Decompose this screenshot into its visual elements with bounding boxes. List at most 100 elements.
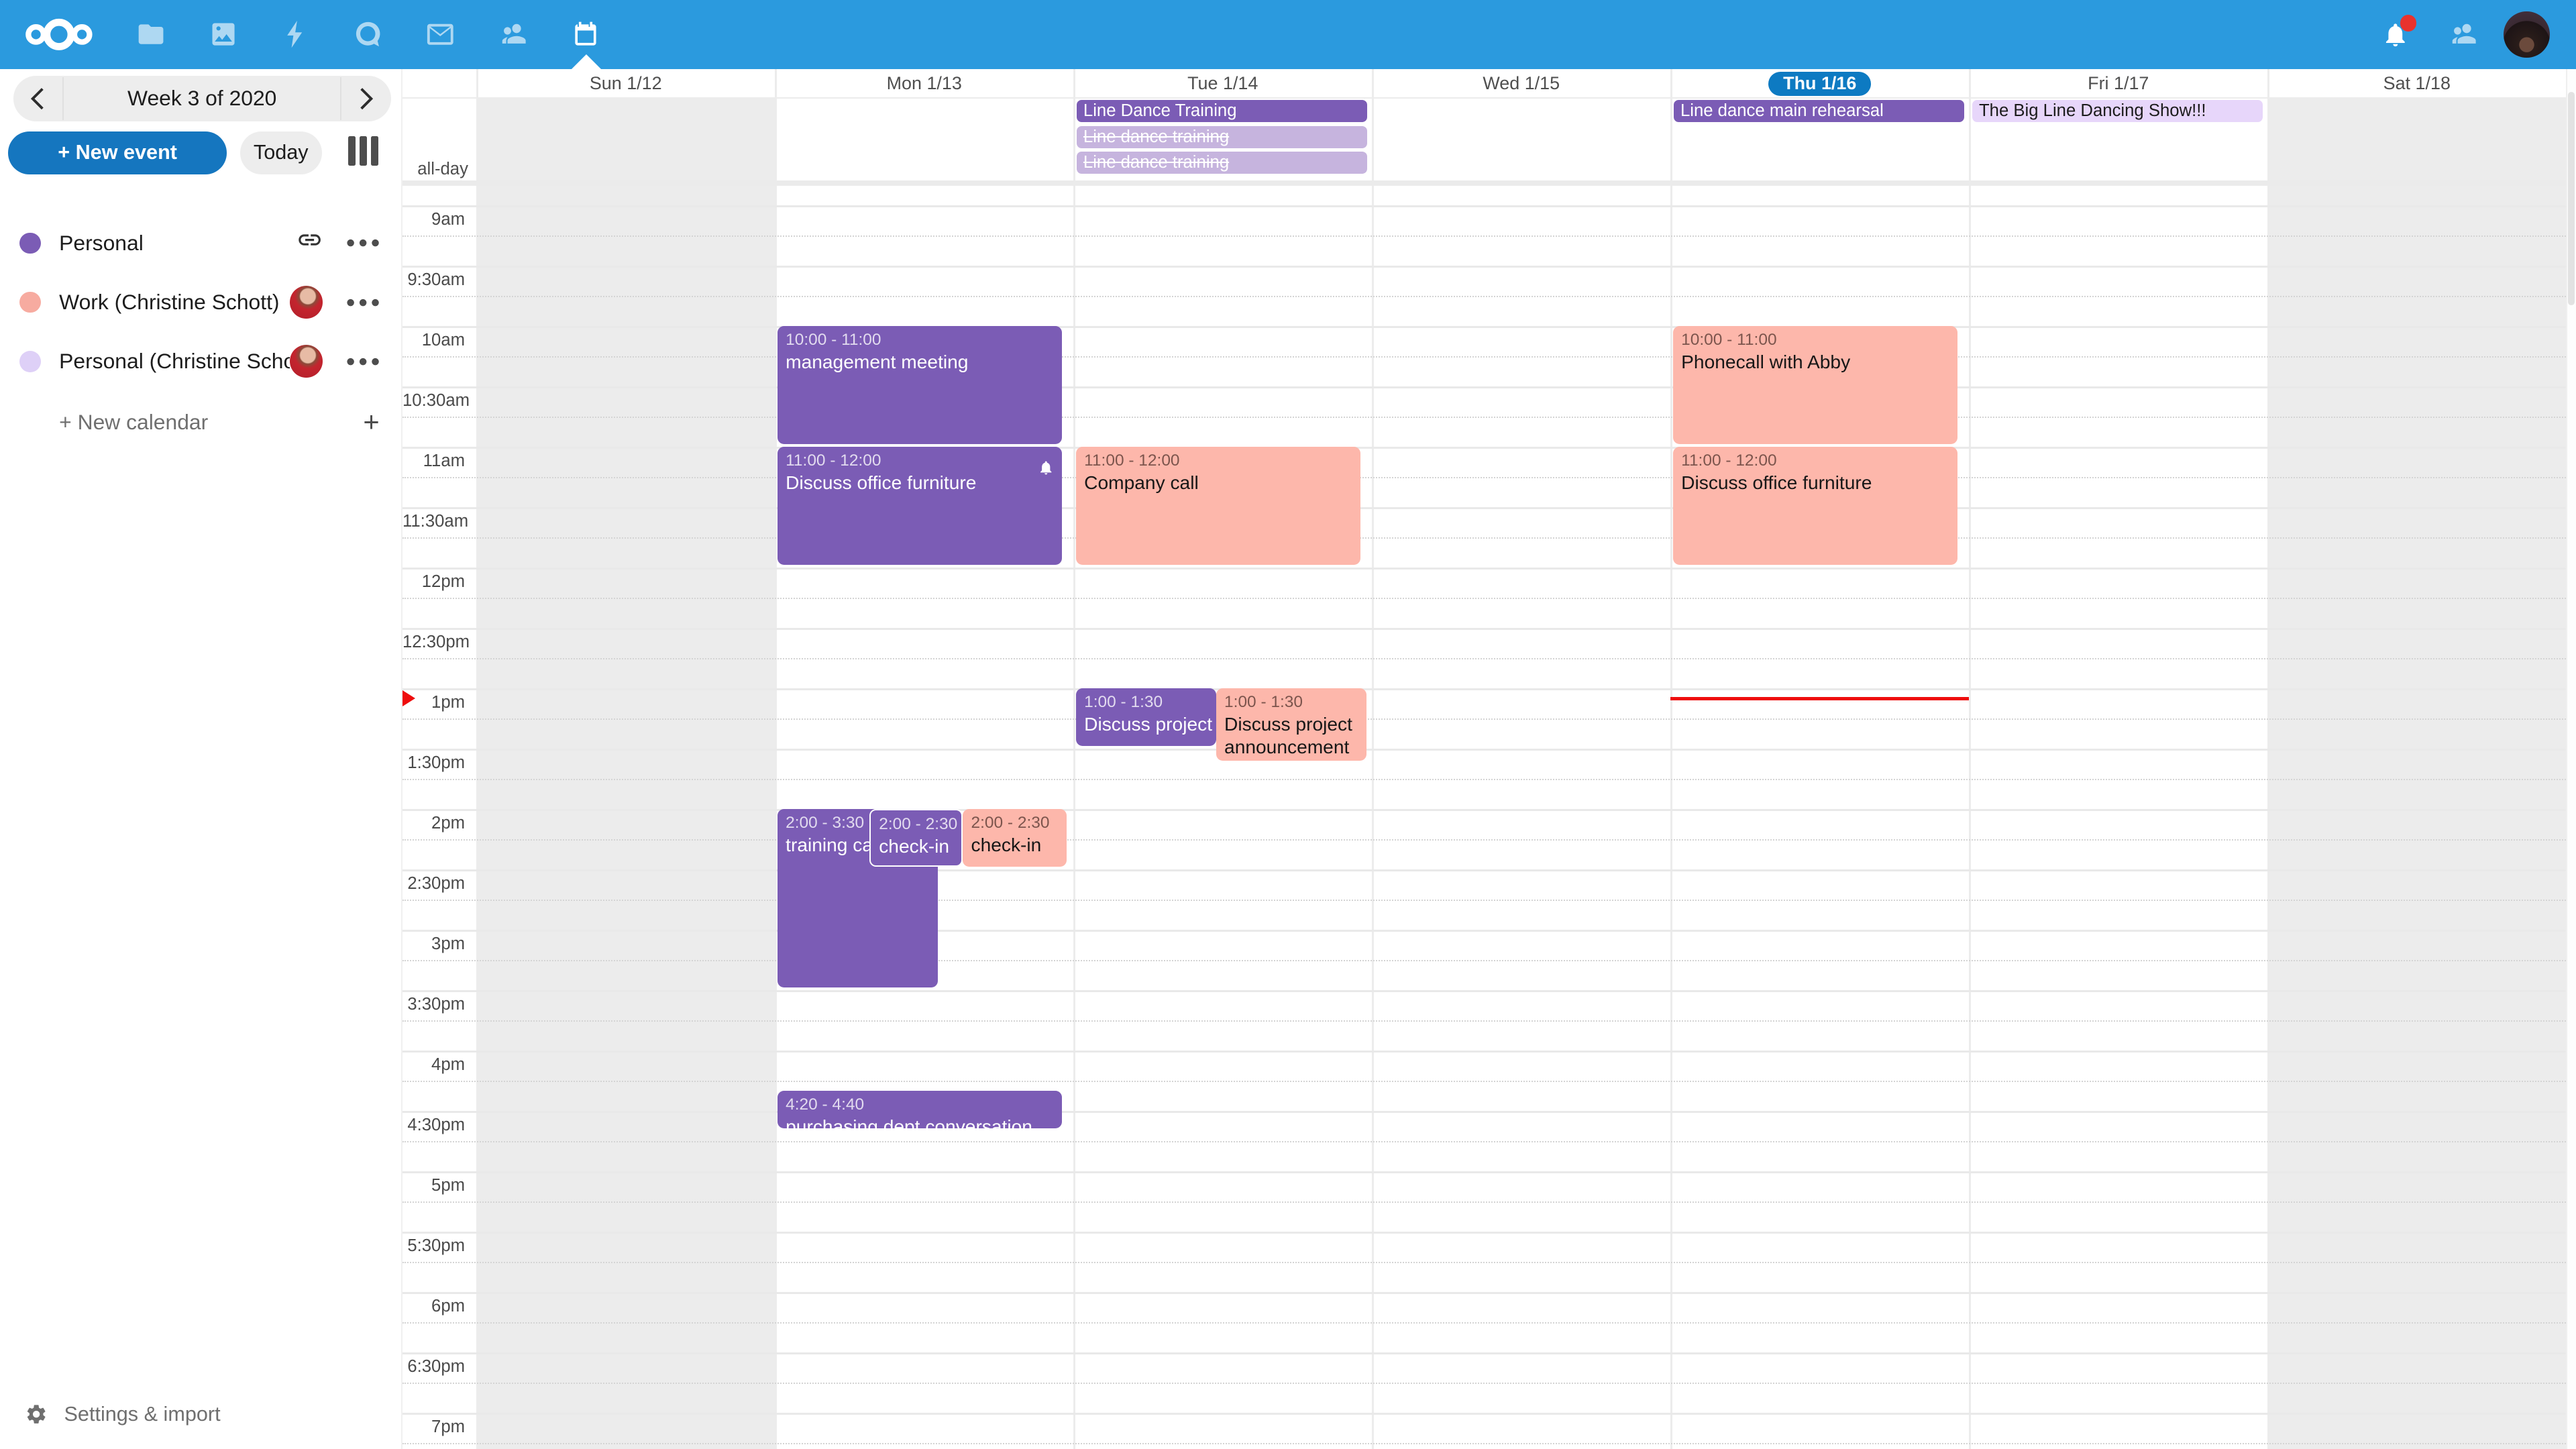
nextcloud-logo-icon[interactable] (16, 0, 101, 69)
settings-import-button[interactable]: Settings & import (0, 1390, 402, 1439)
week-label[interactable]: Week 3 of 2020 (62, 77, 341, 120)
calendar-list-item-work-christine[interactable]: Work (Christine Schott) ●●● (0, 274, 402, 330)
grid-quarter-line (402, 779, 2566, 780)
event-title: Discuss office furniture (1681, 472, 1949, 494)
day-header-wed[interactable]: Wed 1/15 (1372, 69, 1670, 99)
time-label: 5:30pm (402, 1236, 465, 1256)
event-title: check-in (879, 835, 953, 858)
all-day-divider (402, 180, 2566, 185)
notifications-bell-icon[interactable] (2371, 0, 2420, 69)
grid-hour-line (402, 749, 2566, 750)
today-button[interactable]: Today (240, 131, 322, 174)
mail-icon[interactable] (404, 0, 476, 69)
grid-quarter-line (402, 1322, 2566, 1324)
day-header-fri[interactable]: Fri 1/17 (1969, 69, 2267, 99)
event-time: 11:00 - 12:00 (1681, 450, 1949, 472)
event-title: Phonecall with Abby (1681, 351, 1949, 374)
talk-icon[interactable] (332, 0, 405, 69)
event-time: 2:00 - 2:30 (971, 812, 1058, 834)
grid-hour-line (402, 1111, 2566, 1112)
time-label: 10am (402, 331, 465, 350)
calendar-event[interactable]: 2:00 - 2:30check-in (869, 809, 963, 867)
grid-quarter-line (402, 537, 2566, 539)
calendar-list-item-personal-christine[interactable]: Personal (Christine Scho... ●●● (0, 333, 402, 389)
day-header-thu[interactable]: Thu 1/16 (1670, 69, 1969, 99)
time-label: 1:30pm (402, 753, 465, 773)
event-title: purchasing dept conversation (786, 1116, 1054, 1129)
calendar-event[interactable]: 1:00 - 1:30Discuss project announcement (1076, 688, 1216, 746)
grid-hour-line (402, 869, 2566, 871)
day-header-row: Sun 1/12Mon 1/13Tue 1/14Wed 1/15Thu 1/16… (402, 69, 2566, 99)
new-event-button[interactable]: + New event (8, 131, 227, 174)
time-grid: 9am9:30am10am10:30am11am11:30am12pm12:30… (402, 186, 2566, 1449)
grid-hour-line (402, 1051, 2566, 1052)
grid-hour-line (402, 507, 2566, 508)
grid-hour-line (402, 1232, 2566, 1233)
contacts-app-icon[interactable] (476, 0, 549, 69)
grid-hour-line (402, 809, 2566, 810)
event-title: Discuss office furniture (786, 472, 1054, 494)
calendar-list-item-personal[interactable]: Personal ●●● (0, 215, 402, 271)
new-calendar-button[interactable]: + New calendar + (0, 398, 402, 447)
day-header-sun[interactable]: Sun 1/12 (476, 69, 775, 99)
event-title: management meeting (786, 351, 1054, 374)
grid-quarter-line (402, 477, 2566, 478)
files-icon[interactable] (115, 0, 187, 69)
grid-hour-line (402, 688, 2566, 690)
calendar-actions-menu[interactable]: ●●● (345, 352, 382, 371)
grid-quarter-line (402, 1383, 2566, 1384)
all-day-event[interactable]: Line dance training (1077, 126, 1367, 148)
calendar-event[interactable]: 4:20 - 4:40purchasing dept conversation (777, 1091, 1062, 1128)
time-label: 9:30am (402, 270, 465, 290)
all-day-event[interactable]: Line Dance Training (1077, 100, 1367, 122)
grid-quarter-line (402, 1081, 2566, 1082)
scrollbar[interactable] (2566, 69, 2576, 1449)
owner-avatar (290, 345, 323, 378)
time-label: 12:30pm (402, 633, 465, 652)
grid-quarter-line (402, 658, 2566, 659)
grid-hour-line (402, 1352, 2566, 1354)
calendar-event[interactable]: 11:00 - 12:00Discuss office furniture (777, 447, 1062, 565)
event-time: 10:00 - 11:00 (1681, 329, 1949, 351)
time-label: 4:30pm (402, 1116, 465, 1135)
time-label: 5pm (402, 1176, 465, 1195)
new-calendar-label: + New calendar (59, 410, 363, 435)
calendar-app: Week 3 of 2020 + New event Today Persona… (0, 0, 2576, 1449)
calendar-event[interactable]: 11:00 - 12:00Discuss office furniture (1673, 447, 1957, 565)
calendar-event[interactable]: 2:00 - 2:30check-in (963, 809, 1067, 867)
calendar-actions-menu[interactable]: ●●● (345, 293, 382, 312)
share-link-icon[interactable] (297, 227, 323, 260)
time-label: 2:30pm (402, 874, 465, 894)
now-indicator-line (1670, 697, 1969, 700)
week-navigation: Week 3 of 2020 (13, 76, 391, 122)
all-day-event[interactable]: The Big Line Dancing Show!!! (1972, 100, 2263, 122)
calendar-color-dot (19, 233, 41, 254)
time-label: 11:30am (402, 512, 465, 531)
view-switcher-icon[interactable] (348, 136, 378, 166)
grid-quarter-line (402, 1020, 2566, 1022)
contacts-menu-icon[interactable] (2438, 0, 2487, 69)
time-label: 4pm (402, 1055, 465, 1075)
previous-week-button[interactable] (13, 76, 62, 122)
all-day-event[interactable]: Line dance training (1077, 152, 1367, 174)
calendar-event[interactable]: 10:00 - 11:00management meeting (777, 326, 1062, 444)
calendar-event[interactable]: 11:00 - 12:00Company call (1076, 447, 1360, 565)
top-navbar (0, 0, 2576, 69)
calendar-actions-menu[interactable]: ●●● (345, 233, 382, 252)
next-week-button[interactable] (341, 76, 390, 122)
day-header-mon[interactable]: Mon 1/13 (775, 69, 1073, 99)
grid-hour-line (402, 326, 2566, 327)
grid-quarter-line (402, 296, 2566, 297)
calendar-event[interactable]: 1:00 - 1:30Discuss project announcement (1216, 688, 1366, 761)
all-day-event[interactable]: Line dance main rehearsal (1674, 100, 1964, 122)
photos-icon[interactable] (187, 0, 260, 69)
day-header-sat[interactable]: Sat 1/18 (2267, 69, 2566, 99)
activity-icon[interactable] (260, 0, 332, 69)
time-label: 7pm (402, 1417, 465, 1437)
grid-hour-line (402, 568, 2566, 569)
user-avatar[interactable] (2499, 0, 2555, 69)
scrollbar-thumb[interactable] (2568, 92, 2575, 305)
grid-quarter-line (402, 417, 2566, 418)
calendar-event[interactable]: 10:00 - 11:00Phonecall with Abby (1673, 326, 1957, 444)
day-header-tue[interactable]: Tue 1/14 (1073, 69, 1372, 99)
